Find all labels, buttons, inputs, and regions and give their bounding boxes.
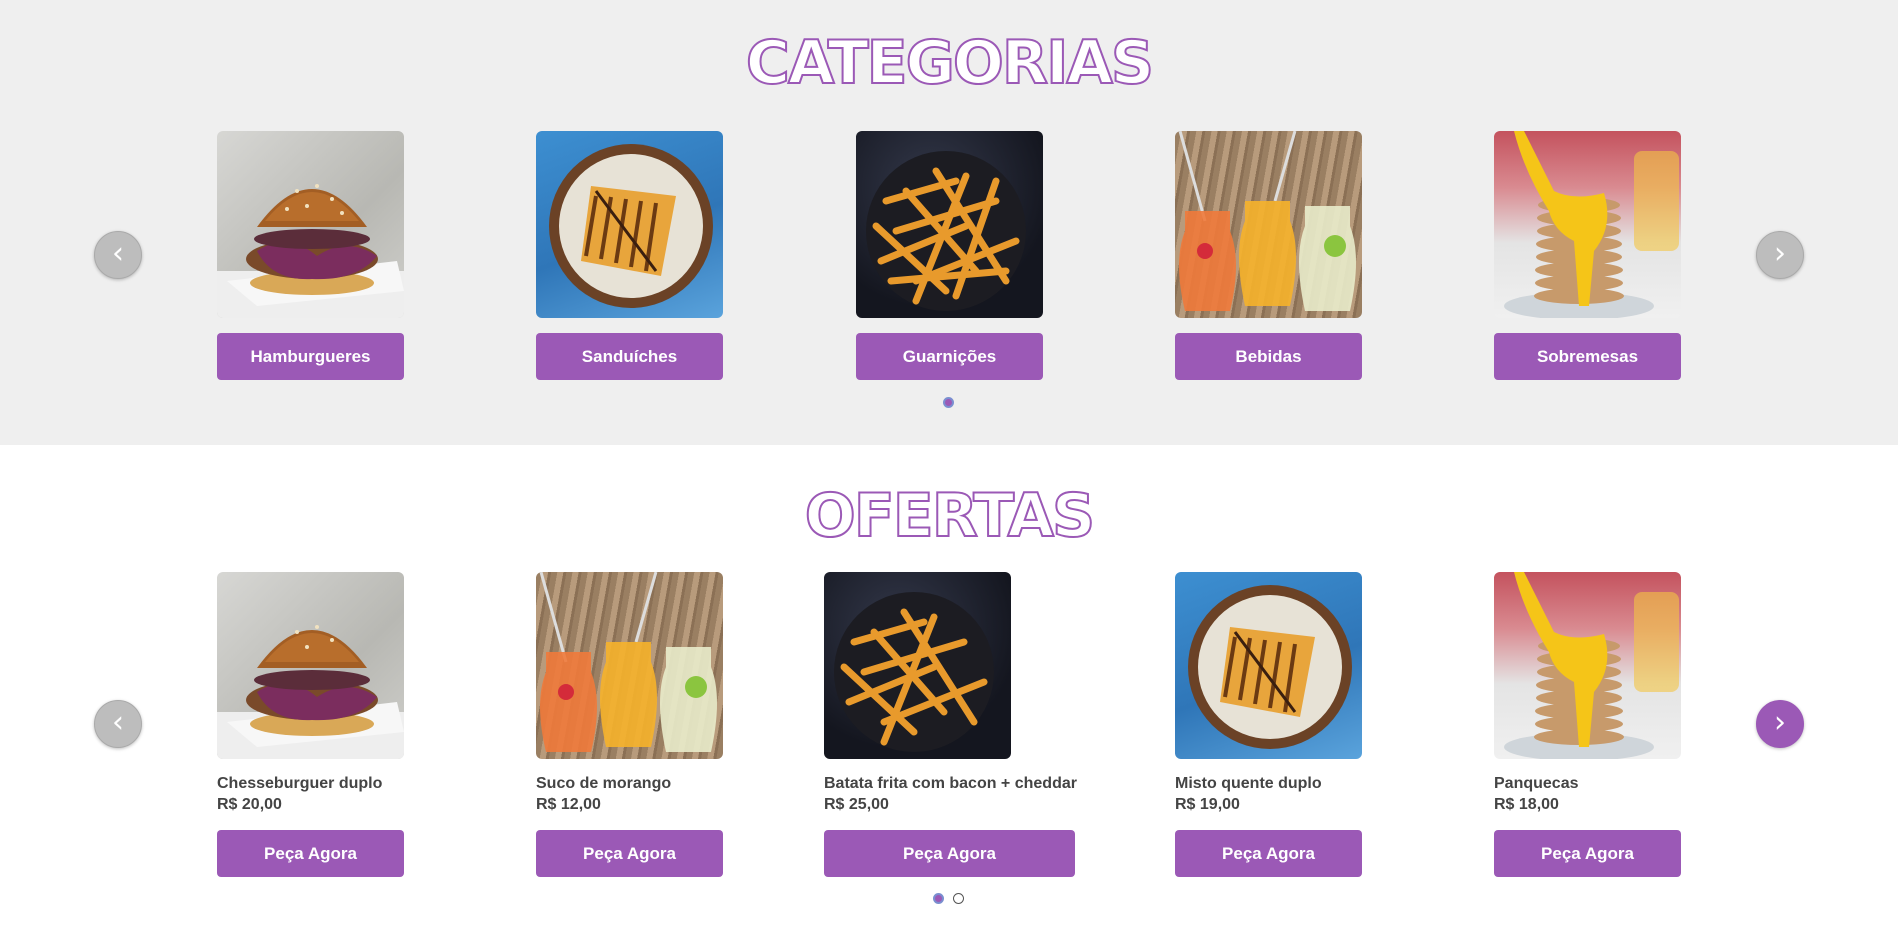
offers-title: OFERTAS — [804, 480, 1096, 552]
category-button-guarnicoes[interactable]: Guarnições — [856, 333, 1043, 380]
categories-title: CATEGORIAS — [745, 27, 1155, 99]
offers-carousel-dot-2[interactable] — [953, 893, 964, 904]
order-now-button[interactable]: Peça Agora — [1175, 830, 1362, 877]
offers-prev-arrow-icon[interactable]: ‹ — [94, 700, 142, 748]
product-name: Panquecas — [1494, 775, 1579, 792]
offer-card-5: Panquecas R$ 18,00 Peça Agora — [1494, 572, 1681, 877]
category-card-sanduiches: Sanduíches — [536, 131, 723, 380]
product-price: R$ 19,00 — [1175, 796, 1240, 813]
sandwich-image[interactable] — [536, 131, 723, 318]
categories-section: CATEGORIAS ‹ › Hamburgueres Sanduíches G… — [0, 0, 1898, 445]
drinks-image[interactable] — [1175, 131, 1362, 318]
order-now-button[interactable]: Peça Agora — [217, 830, 404, 877]
offers-next-arrow-icon[interactable]: › — [1756, 700, 1804, 748]
product-name: Suco de morango — [536, 775, 672, 792]
order-now-button[interactable]: Peça Agora — [1494, 830, 1681, 877]
offer-card-2: Suco de morango R$ 12,00 Peça Agora — [536, 572, 723, 877]
product-price: R$ 25,00 — [824, 796, 889, 813]
product-price: R$ 18,00 — [1494, 796, 1559, 813]
category-card-sobremesas: Sobremesas — [1494, 131, 1681, 380]
drinks-image[interactable] — [536, 572, 723, 759]
category-button-sobremesas[interactable]: Sobremesas — [1494, 333, 1681, 380]
fries-image[interactable] — [824, 572, 1011, 759]
order-now-button[interactable]: Peça Agora — [536, 830, 723, 877]
pancakes-image[interactable] — [1494, 131, 1681, 318]
category-card-guarnicoes: Guarnições — [856, 131, 1043, 380]
offer-card-4: Misto quente duplo R$ 19,00 Peça Agora — [1175, 572, 1362, 877]
categories-prev-arrow-icon[interactable]: ‹ — [94, 231, 142, 279]
product-name: Batata frita com bacon + cheddar — [824, 775, 1077, 792]
category-card-hamburgueres: Hamburgueres — [217, 131, 404, 380]
category-card-bebidas: Bebidas — [1175, 131, 1362, 380]
product-name: Chesseburguer duplo — [217, 775, 383, 792]
pancakes-image[interactable] — [1494, 572, 1681, 759]
offer-card-3: Batata frita com bacon + cheddar R$ 25,0… — [824, 572, 1077, 877]
fries-image[interactable] — [856, 131, 1043, 318]
category-button-hamburgueres[interactable]: Hamburgueres — [217, 333, 404, 380]
categories-carousel-dot-1[interactable] — [943, 397, 954, 408]
burger-image[interactable] — [217, 572, 404, 759]
offers-section: OFERTAS ‹ › Chesseburguer duplo R$ 20,00… — [0, 445, 1898, 943]
sandwich-image[interactable] — [1175, 572, 1362, 759]
category-button-bebidas[interactable]: Bebidas — [1175, 333, 1362, 380]
product-price: R$ 20,00 — [217, 796, 282, 813]
category-button-sanduiches[interactable]: Sanduíches — [536, 333, 723, 380]
offer-card-1: Chesseburguer duplo R$ 20,00 Peça Agora — [217, 572, 404, 877]
offers-carousel-dot-1[interactable] — [933, 893, 944, 904]
product-name: Misto quente duplo — [1175, 775, 1322, 792]
burger-image[interactable] — [217, 131, 404, 318]
product-price: R$ 12,00 — [536, 796, 601, 813]
categories-next-arrow-icon[interactable]: › — [1756, 231, 1804, 279]
order-now-button[interactable]: Peça Agora — [824, 830, 1075, 877]
